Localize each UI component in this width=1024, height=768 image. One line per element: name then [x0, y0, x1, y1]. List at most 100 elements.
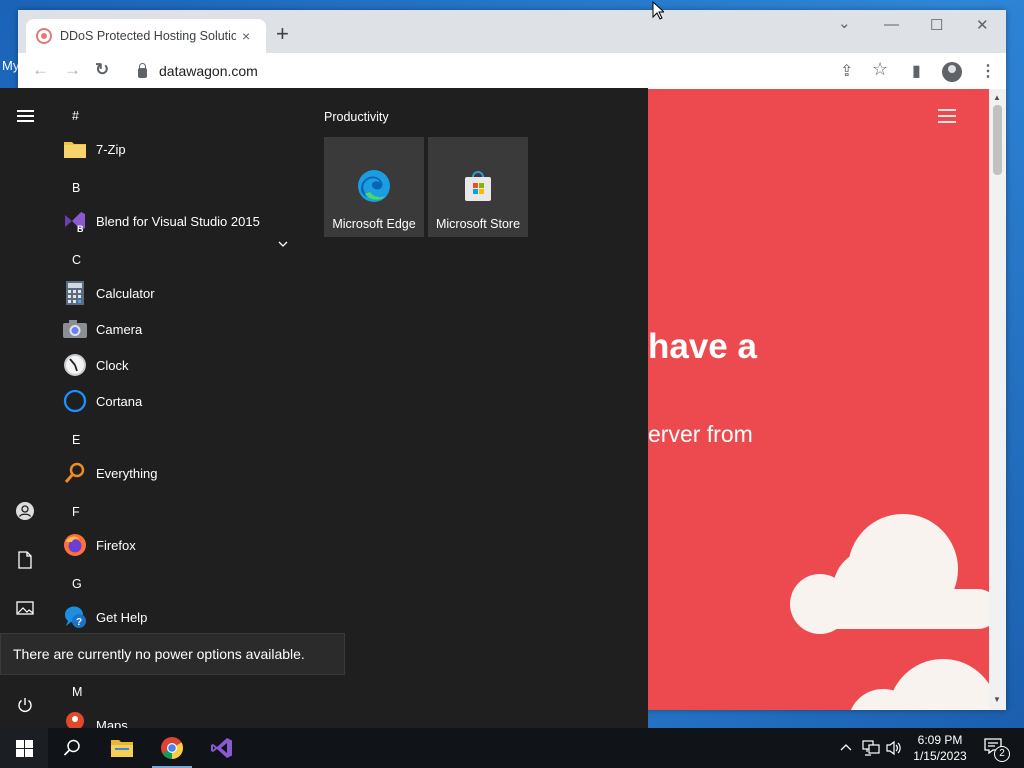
group-header-hash[interactable]: # — [72, 109, 79, 123]
tile-microsoft-edge[interactable]: Microsoft Edge — [324, 137, 424, 237]
system-clock[interactable]: 6:09 PM 1/15/2023 — [906, 732, 974, 764]
tile-group-title[interactable]: Productivity — [324, 110, 389, 124]
network-icon[interactable] — [862, 740, 880, 759]
web-page-content: have a erver from — [648, 89, 989, 710]
visual-studio-icon — [211, 738, 232, 758]
scroll-up-icon[interactable]: ▲ — [993, 93, 1001, 102]
maximize-button[interactable]: ☐ — [930, 16, 943, 34]
app-label: Calculator — [96, 285, 155, 301]
pictures-icon[interactable] — [14, 597, 36, 619]
start-rail — [0, 88, 50, 728]
power-options-tooltip: There are currently no power options ava… — [0, 633, 345, 675]
svg-text:B: B — [77, 224, 84, 234]
everything-icon — [62, 460, 88, 486]
tab-strip: DDoS Protected Hosting Solutions × + ⌄ —… — [18, 10, 1006, 53]
app-label: 7-Zip — [96, 141, 126, 157]
app-7zip[interactable]: 7-Zip — [62, 132, 312, 166]
app-get-help[interactable]: ? Get Help — [62, 600, 312, 634]
tile-label: Microsoft Edge — [332, 217, 416, 231]
app-label: Firefox — [96, 537, 136, 553]
page-scrollbar[interactable]: ▲ ▼ — [989, 89, 1006, 710]
camera-icon — [62, 316, 88, 342]
file-explorer-button[interactable] — [98, 728, 146, 768]
app-label: Cortana — [96, 393, 143, 409]
power-icon[interactable] — [14, 694, 36, 716]
store-icon — [461, 169, 495, 208]
group-header-b[interactable]: B — [72, 181, 80, 195]
mouse-cursor-icon — [652, 1, 664, 20]
search-icon — [63, 739, 80, 756]
cloud-decoration — [798, 589, 989, 629]
show-hidden-icons-chevron[interactable] — [840, 739, 852, 754]
desktop-icon-label[interactable]: My — [2, 58, 19, 73]
app-clock[interactable]: Clock — [62, 348, 312, 382]
taskbar: 6:09 PM 1/15/2023 2 — [0, 728, 1024, 768]
chevron-down-icon[interactable] — [278, 238, 288, 250]
app-blend[interactable]: B Blend for Visual Studio 2015 — [62, 204, 312, 238]
bookmark-star-icon[interactable]: ☆ — [872, 59, 888, 80]
group-header-m[interactable]: M — [72, 685, 82, 699]
minimize-button[interactable]: — — [884, 16, 899, 33]
close-window-button[interactable]: ✕ — [976, 16, 989, 34]
app-maps[interactable]: Maps — [62, 708, 312, 728]
maps-icon — [62, 708, 88, 728]
notification-count-badge: 2 — [994, 746, 1010, 762]
browser-tab[interactable]: DDoS Protected Hosting Solutions × — [26, 19, 266, 53]
hero-heading: have a — [648, 327, 757, 366]
tile-label: Microsoft Store — [435, 217, 521, 231]
scroll-thumb[interactable] — [993, 105, 1002, 175]
clock-time: 6:09 PM — [917, 733, 963, 747]
search-button[interactable] — [48, 728, 96, 768]
app-label: Blend for Visual Studio 2015 — [96, 213, 260, 229]
site-favicon-icon — [36, 28, 52, 44]
firefox-icon — [62, 532, 88, 558]
edge-icon — [357, 169, 391, 208]
tab-title: DDoS Protected Hosting Solutions — [60, 29, 236, 43]
tab-close-icon[interactable]: × — [242, 28, 250, 44]
scroll-down-icon[interactable]: ▼ — [993, 695, 1001, 704]
visual-studio-button[interactable] — [198, 728, 246, 768]
url-text[interactable]: datawagon.com — [159, 63, 258, 79]
volume-icon[interactable] — [886, 740, 902, 759]
windows-logo-icon — [15, 739, 33, 757]
app-everything[interactable]: Everything — [62, 456, 312, 490]
lock-icon[interactable] — [138, 63, 147, 78]
chrome-button[interactable] — [148, 728, 196, 768]
group-header-g[interactable]: G — [72, 577, 82, 591]
new-tab-button[interactable]: + — [276, 23, 289, 45]
app-cortana[interactable]: Cortana — [62, 384, 312, 418]
app-label: Get Help — [96, 609, 148, 625]
user-account-icon[interactable] — [14, 500, 36, 522]
forward-button[interactable]: → — [64, 60, 81, 80]
folder-icon — [62, 136, 88, 162]
group-header-f[interactable]: F — [72, 505, 80, 519]
clock-icon — [62, 352, 88, 378]
documents-icon[interactable] — [14, 549, 36, 571]
start-menu: # 7-Zip B B Blend for Visual Studio 2015… — [0, 88, 648, 728]
file-explorer-icon — [111, 740, 133, 757]
profile-avatar-icon[interactable] — [942, 62, 962, 82]
expand-menu-icon[interactable] — [14, 105, 36, 127]
browser-menu-icon[interactable]: ⋮ — [980, 61, 996, 81]
app-camera[interactable]: Camera — [62, 312, 312, 346]
start-button[interactable] — [0, 728, 48, 768]
calculator-icon — [62, 280, 88, 306]
share-icon[interactable]: ⇪ — [840, 61, 853, 81]
back-button[interactable]: ← — [32, 60, 49, 80]
cortana-icon — [62, 388, 88, 414]
blend-icon: B — [62, 208, 88, 234]
tab-search-button[interactable]: ⌄ — [838, 14, 851, 32]
app-label: Clock — [96, 357, 129, 373]
side-panel-icon[interactable]: ▮ — [912, 61, 921, 81]
address-bar[interactable]: datawagon.com — [128, 57, 868, 85]
chrome-icon — [161, 737, 183, 759]
site-menu-icon[interactable] — [938, 109, 956, 127]
group-header-c[interactable]: C — [72, 253, 81, 267]
app-firefox[interactable]: Firefox — [62, 528, 312, 562]
reload-button[interactable]: ↻ — [95, 60, 109, 80]
group-header-e[interactable]: E — [72, 433, 80, 447]
clock-date: 1/15/2023 — [913, 749, 967, 763]
app-calculator[interactable]: Calculator — [62, 276, 312, 310]
tile-microsoft-store[interactable]: Microsoft Store — [428, 137, 528, 237]
app-label: Maps — [96, 718, 128, 728]
